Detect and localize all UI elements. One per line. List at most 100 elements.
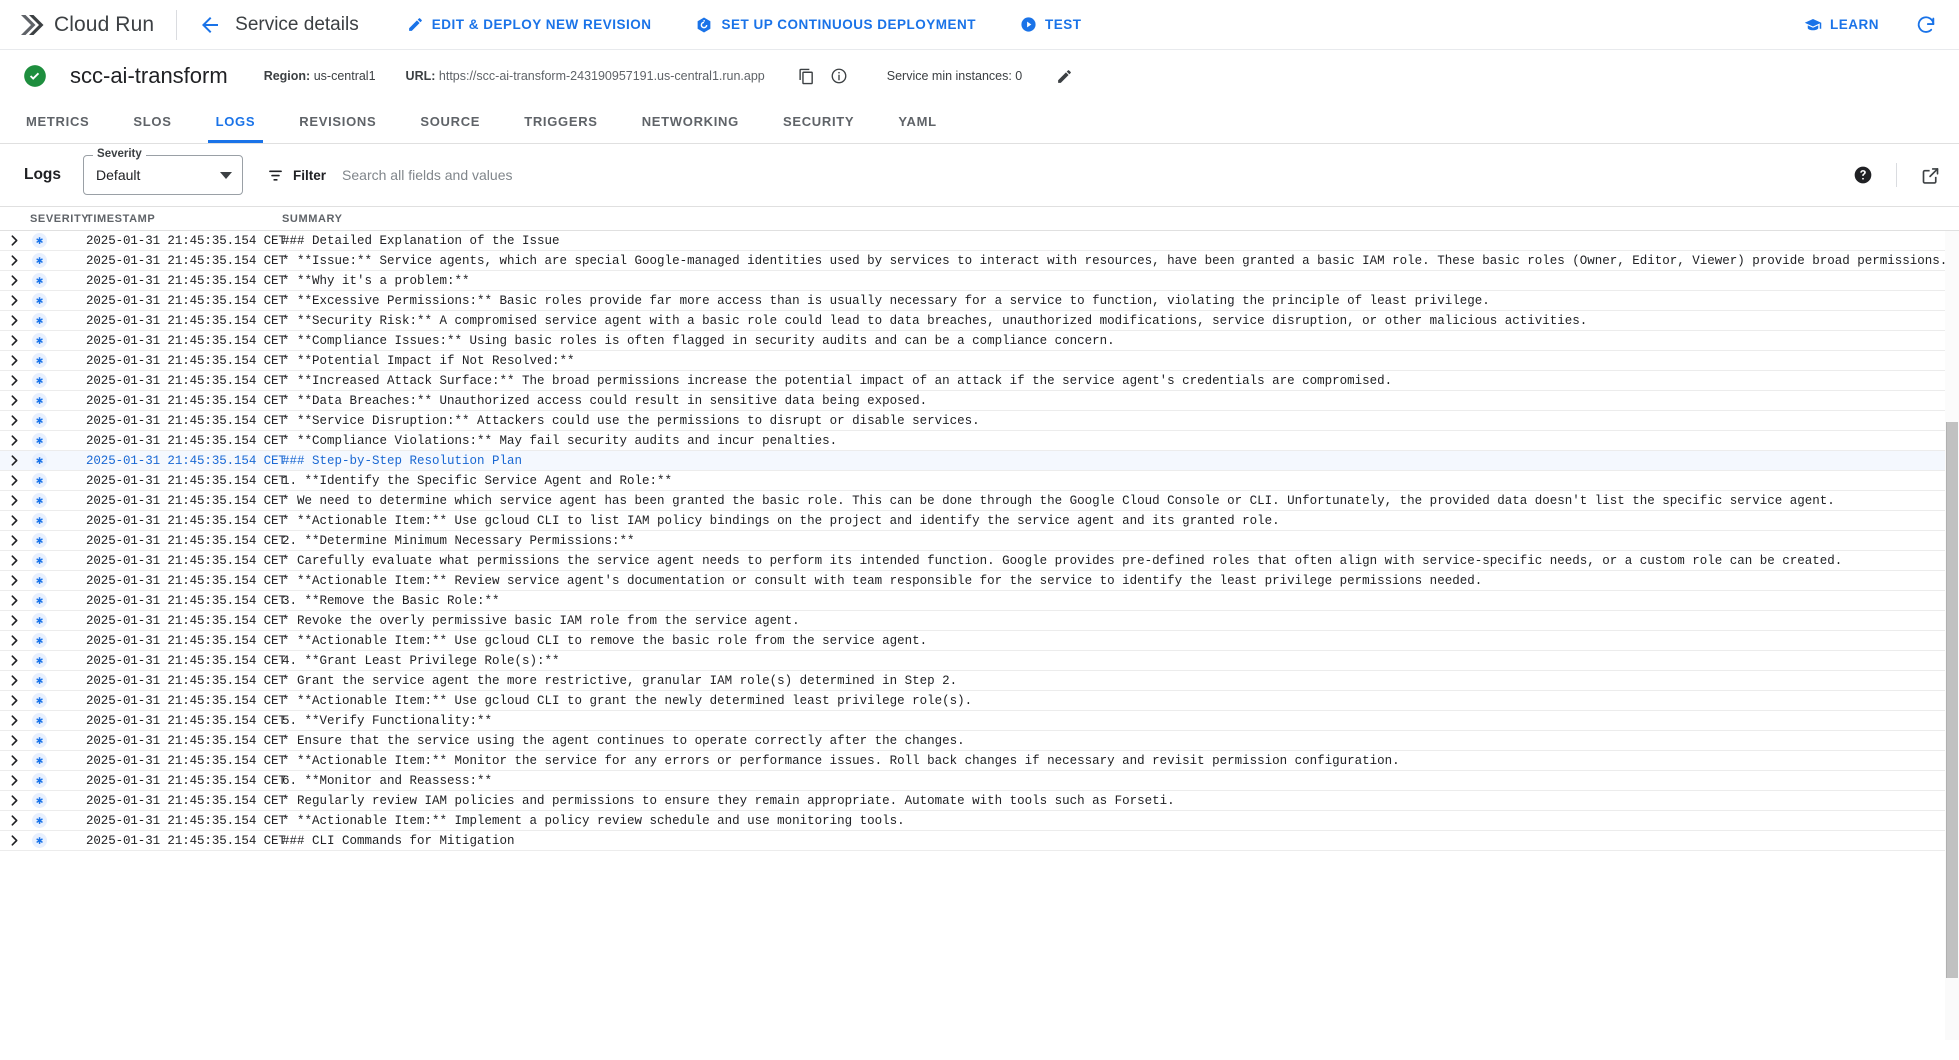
expand-row-button[interactable] — [0, 734, 28, 747]
expand-row-button[interactable] — [0, 774, 28, 787]
table-row[interactable]: ✱ 2025-01-31 21:45:35.154 CET * We need to… — [0, 491, 1959, 511]
expand-row-button[interactable] — [0, 374, 28, 387]
table-row[interactable]: ✱ 2025-01-31 21:45:35.154 CET * **Actionab… — [0, 811, 1959, 831]
expand-row-button[interactable] — [0, 254, 28, 267]
table-row[interactable]: ✱ 2025-01-31 21:45:35.154 CET * **Actionab… — [0, 751, 1959, 771]
table-row[interactable]: ✱ 2025-01-31 21:45:35.154 CET * **Excessiv… — [0, 291, 1959, 311]
top-app-bar: Cloud Run Service details EDIT & DEPLOY … — [0, 0, 1959, 50]
chevron-right-icon — [11, 475, 17, 486]
expand-row-button[interactable] — [0, 714, 28, 727]
toolbar-divider — [1896, 163, 1897, 187]
tab-source[interactable]: SOURCE — [398, 101, 502, 143]
url-value[interactable]: https://scc-ai-transform-243190957191.us… — [439, 69, 765, 83]
tab-networking[interactable]: NETWORKING — [620, 101, 761, 143]
table-row[interactable]: ✱ 2025-01-31 21:45:35.154 CET 6. **Monitor… — [0, 771, 1959, 791]
severity-select[interactable]: Severity Default — [83, 148, 244, 195]
copy-icon — [799, 68, 814, 84]
expand-row-button[interactable] — [0, 274, 28, 287]
expand-row-button[interactable] — [0, 634, 28, 647]
set-up-continuous-deployment-button[interactable]: SET UP CONTINUOUS DEPLOYMENT — [695, 8, 976, 42]
tab-metrics[interactable]: METRICS — [4, 101, 111, 143]
expand-row-button[interactable] — [0, 474, 28, 487]
help-button[interactable] — [1850, 162, 1876, 188]
expand-row-button[interactable] — [0, 794, 28, 807]
summary-cell: * **Service Disruption:** Attackers coul… — [282, 413, 980, 428]
region-label: Region: — [263, 69, 311, 83]
table-row[interactable]: ✱ 2025-01-31 21:45:35.154 CET * **Why it's… — [0, 271, 1959, 291]
tab-slos[interactable]: SLOS — [111, 101, 193, 143]
table-row[interactable]: ✱ 2025-01-31 21:45:35.154 CET ### Detailed… — [0, 231, 1959, 251]
tab-security[interactable]: SECURITY — [761, 101, 876, 143]
expand-row-button[interactable] — [0, 234, 28, 247]
copy-url-button[interactable] — [795, 64, 819, 88]
expand-row-button[interactable] — [0, 834, 28, 847]
expand-row-button[interactable] — [0, 414, 28, 427]
table-row[interactable]: ✱ 2025-01-31 21:45:35.154 CET * **Service … — [0, 411, 1959, 431]
table-row[interactable]: ✱ 2025-01-31 21:45:35.154 CET ### Step-by-… — [0, 451, 1959, 471]
tab-triggers[interactable]: TRIGGERS — [502, 101, 620, 143]
table-row[interactable]: ✱ 2025-01-31 21:45:35.154 CET * **Complian… — [0, 431, 1959, 451]
table-row[interactable]: ✱ 2025-01-31 21:45:35.154 CET * **Security… — [0, 311, 1959, 331]
expand-row-button[interactable] — [0, 514, 28, 527]
table-row[interactable]: ✱ 2025-01-31 21:45:35.154 CET * Regularly … — [0, 791, 1959, 811]
open-in-logs-explorer-button[interactable] — [1917, 162, 1943, 188]
expand-row-button[interactable] — [0, 674, 28, 687]
expand-row-button[interactable] — [0, 754, 28, 767]
service-name: scc-ai-transform — [70, 63, 228, 88]
expand-row-button[interactable] — [0, 394, 28, 407]
table-row[interactable]: ✱ 2025-01-31 21:45:35.154 CET 5. **Verify … — [0, 711, 1959, 731]
table-row[interactable]: ✱ 2025-01-31 21:45:35.154 CET * **Actionab… — [0, 631, 1959, 651]
expand-row-button[interactable] — [0, 574, 28, 587]
learn-button[interactable]: LEARN — [1804, 16, 1879, 34]
expand-row-button[interactable] — [0, 494, 28, 507]
tab-logs[interactable]: LOGS — [194, 101, 278, 143]
table-row[interactable]: ✱ 2025-01-31 21:45:35.154 CET * Carefully … — [0, 551, 1959, 571]
expand-row-button[interactable] — [0, 434, 28, 447]
table-row[interactable]: ✱ 2025-01-31 21:45:35.154 CET * **Actionab… — [0, 691, 1959, 711]
expand-row-button[interactable] — [0, 534, 28, 547]
table-row[interactable]: ✱ 2025-01-31 21:45:35.154 CET 3. **Remove … — [0, 591, 1959, 611]
table-row[interactable]: ✱ 2025-01-31 21:45:35.154 CET * Ensure tha… — [0, 731, 1959, 751]
vertical-scrollbar[interactable] — [1945, 422, 1959, 1040]
table-row[interactable]: ✱ 2025-01-31 21:45:35.154 CET * **Increase… — [0, 371, 1959, 391]
chevron-right-icon — [11, 735, 17, 746]
search-input[interactable] — [342, 167, 903, 183]
table-row[interactable]: ✱ 2025-01-31 21:45:35.154 CET ### CLI Comm… — [0, 831, 1959, 851]
expand-row-button[interactable] — [0, 594, 28, 607]
tab-yaml[interactable]: YAML — [876, 101, 958, 143]
edit-deploy-new-revision-button[interactable]: EDIT & DEPLOY NEW REVISION — [407, 8, 652, 42]
table-row[interactable]: ✱ 2025-01-31 21:45:35.154 CET 4. **Grant L… — [0, 651, 1959, 671]
table-row[interactable]: ✱ 2025-01-31 21:45:35.154 CET * **Issue:**… — [0, 251, 1959, 271]
test-button[interactable]: TEST — [1020, 8, 1082, 42]
vertical-scrollbar-thumb[interactable] — [1946, 422, 1958, 978]
expand-row-button[interactable] — [0, 454, 28, 467]
expand-row-button[interactable] — [0, 654, 28, 667]
expand-row-button[interactable] — [0, 814, 28, 827]
severity-cell: ✱ — [28, 793, 78, 808]
expand-row-button[interactable] — [0, 354, 28, 367]
timestamp-cell: 2025-01-31 21:45:35.154 CET — [86, 573, 286, 588]
url-info-button[interactable] — [827, 64, 851, 88]
refresh-button[interactable] — [1913, 12, 1939, 38]
back-button[interactable] — [193, 8, 227, 42]
table-row[interactable]: ✱ 2025-01-31 21:45:35.154 CET * **Potentia… — [0, 351, 1959, 371]
table-row[interactable]: ✱ 2025-01-31 21:45:35.154 CET * **Actionab… — [0, 571, 1959, 591]
table-row[interactable]: ✱ 2025-01-31 21:45:35.154 CET * Revoke the… — [0, 611, 1959, 631]
table-row[interactable]: ✱ 2025-01-31 21:45:35.154 CET 1. **Identif… — [0, 471, 1959, 491]
table-row[interactable]: ✱ 2025-01-31 21:45:35.154 CET 2. **Determi… — [0, 531, 1959, 551]
edit-min-instances-button[interactable] — [1052, 64, 1076, 88]
expand-row-button[interactable] — [0, 554, 28, 567]
expand-row-button[interactable] — [0, 294, 28, 307]
table-row[interactable]: ✱ 2025-01-31 21:45:35.154 CET * **Data Bre… — [0, 391, 1959, 411]
product-name[interactable]: Cloud Run — [54, 13, 154, 37]
table-row[interactable]: ✱ 2025-01-31 21:45:35.154 CET * **Complian… — [0, 331, 1959, 351]
table-row[interactable]: ✱ 2025-01-31 21:45:35.154 CET * **Actionab… — [0, 511, 1959, 531]
expand-row-button[interactable] — [0, 334, 28, 347]
tab-revisions[interactable]: REVISIONS — [277, 101, 398, 143]
filter-button[interactable]: Filter — [267, 167, 326, 184]
expand-row-button[interactable] — [0, 314, 28, 327]
chevron-right-icon — [11, 415, 17, 426]
table-row[interactable]: ✱ 2025-01-31 21:45:35.154 CET * Grant the … — [0, 671, 1959, 691]
expand-row-button[interactable] — [0, 694, 28, 707]
expand-row-button[interactable] — [0, 614, 28, 627]
